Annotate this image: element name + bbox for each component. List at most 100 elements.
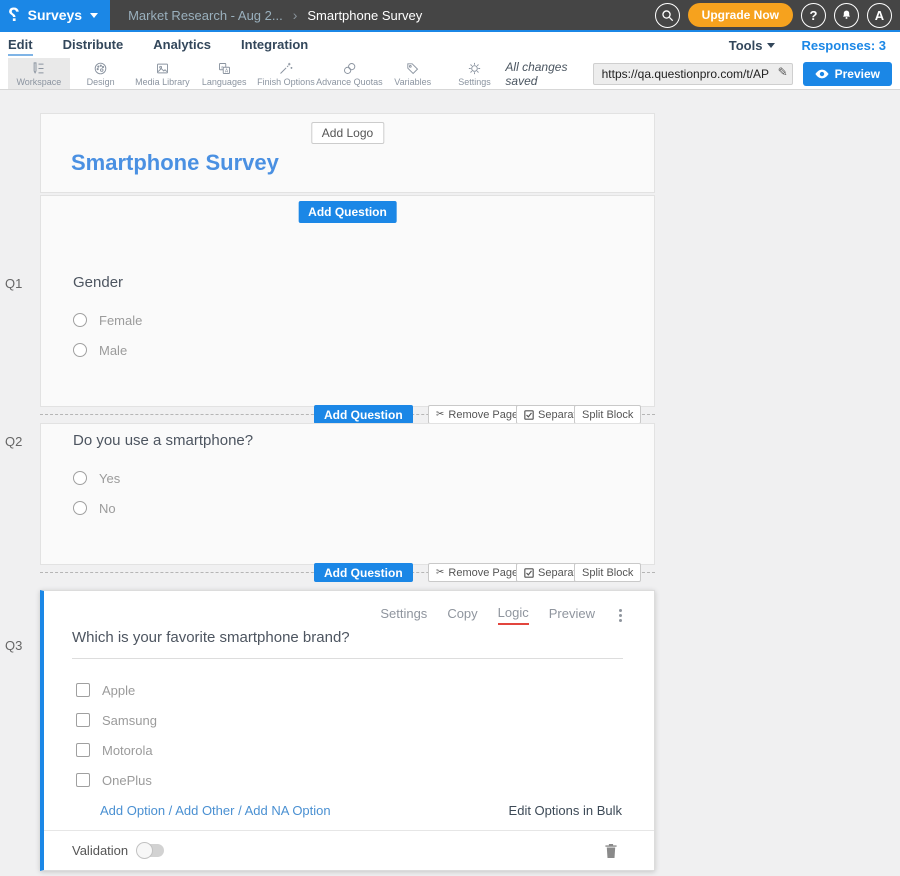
validation-label: Validation <box>72 843 128 858</box>
scissors-icon: ✂ <box>436 567 444 578</box>
checkbox-icon[interactable] <box>76 773 90 787</box>
validation-toggle[interactable] <box>138 844 164 857</box>
tab-edit[interactable]: Edit <box>8 34 33 56</box>
checkbox-icon[interactable] <box>76 683 90 697</box>
surveys-menu[interactable]: ? Surveys <box>0 0 110 30</box>
toolbar-item-languages[interactable]: Aa Languages <box>193 58 255 89</box>
tab-integration[interactable]: Integration <box>241 34 308 56</box>
question-card-q1[interactable]: Add Question Gender Female Male <box>40 195 655 407</box>
survey-canvas: Q1 Q2 Q3 Add Logo Smartphone Survey Add … <box>0 90 900 876</box>
top-bar: ? Surveys Market Research - Aug 2... › S… <box>0 0 900 32</box>
split-block-button[interactable]: Split Block <box>574 405 641 424</box>
question-label-q3: Q3 <box>5 638 22 653</box>
option-row[interactable]: OnePlus <box>76 765 654 795</box>
account-avatar[interactable]: A <box>867 3 892 28</box>
kebab-menu-icon[interactable] <box>615 607 626 624</box>
question-actions: Settings Copy Logic Preview <box>44 605 626 625</box>
nav-tabs: Edit Distribute Analytics Integration <box>8 34 308 56</box>
question-preview-button[interactable]: Preview <box>549 606 595 624</box>
question-text[interactable]: Gender <box>73 250 654 291</box>
translate-icon: Aa <box>217 61 232 76</box>
breadcrumb-folder[interactable]: Market Research - Aug 2... <box>128 8 283 23</box>
module-nav: Edit Distribute Analytics Integration To… <box>0 32 900 58</box>
toolbar-item-advance-quotas[interactable]: Advance Quotas <box>317 58 382 89</box>
tag-icon <box>405 61 420 76</box>
tab-distribute[interactable]: Distribute <box>63 34 124 56</box>
add-na-option-link[interactable]: Add NA Option <box>245 803 331 818</box>
toolbar-item-variables[interactable]: Variables <box>382 58 444 89</box>
survey-header-card: Add Logo Smartphone Survey <box>40 113 655 193</box>
radio-icon[interactable] <box>73 471 87 485</box>
survey-title[interactable]: Smartphone Survey <box>71 150 279 176</box>
option-row[interactable]: Female <box>73 305 654 335</box>
checkbox-icon[interactable] <box>76 743 90 757</box>
toolbar-item-design[interactable]: Design <box>70 58 132 89</box>
option-list: Apple Samsung Motorola OnePlus <box>76 675 654 795</box>
option-links-row: Add Option / Add Other / Add NA Option E… <box>100 803 622 818</box>
edit-options-in-bulk-link[interactable]: Edit Options in Bulk <box>509 803 622 818</box>
responses-link[interactable]: Responses: 3 <box>801 38 886 53</box>
toolbar-right: All changes saved ✎ Preview <box>505 58 900 89</box>
tools-menu-label: Tools <box>729 38 763 53</box>
scissors-icon: ✂ <box>436 409 444 420</box>
add-logo-button[interactable]: Add Logo <box>311 122 384 144</box>
option-row[interactable]: Yes <box>73 463 654 493</box>
checkbox-icon[interactable] <box>76 713 90 727</box>
option-row[interactable]: Motorola <box>76 735 654 765</box>
add-other-link[interactable]: Add Other <box>175 803 234 818</box>
option-list: Yes No <box>73 463 654 523</box>
delete-question-button[interactable] <box>604 843 618 859</box>
toolbar-item-media-library[interactable]: Media Library <box>132 58 194 89</box>
toolbar-item-workspace[interactable]: Workspace <box>8 58 70 89</box>
upgrade-now-button[interactable]: Upgrade Now <box>688 3 793 27</box>
edit-url-pencil-icon[interactable]: ✎ <box>778 65 788 79</box>
radio-icon[interactable] <box>73 501 87 515</box>
image-icon <box>155 61 170 76</box>
toolbar-item-finish-options[interactable]: Finish Options <box>255 58 317 89</box>
radio-icon[interactable] <box>73 313 87 327</box>
survey-url-input[interactable] <box>593 63 793 85</box>
add-option-link[interactable]: Add Option <box>100 803 165 818</box>
caret-down-icon <box>767 43 775 48</box>
questionpro-logo-icon: ? <box>8 6 20 25</box>
bell-icon <box>840 9 853 22</box>
option-row[interactable]: Male <box>73 335 654 365</box>
preview-button[interactable]: Preview <box>803 62 892 86</box>
split-block-button[interactable]: Split Block <box>574 563 641 582</box>
page-break-row: Add Question ✂Remove Page Break Separato… <box>0 405 900 424</box>
question-logic-button[interactable]: Logic <box>498 605 529 625</box>
option-row[interactable]: Apple <box>76 675 654 705</box>
trash-icon <box>604 843 618 859</box>
question-text[interactable]: Do you use a smartphone? <box>73 432 654 449</box>
radio-icon[interactable] <box>73 343 87 357</box>
caret-down-icon <box>90 13 98 18</box>
question-copy-button[interactable]: Copy <box>447 606 477 624</box>
page-break-row: Add Question ✂Remove Page Break Separato… <box>0 563 900 582</box>
breadcrumb-survey-name: Smartphone Survey <box>307 8 422 23</box>
add-question-button[interactable]: Add Question <box>314 405 413 424</box>
question-text[interactable]: Which is your favorite smartphone brand? <box>72 629 623 659</box>
breadcrumb-separator-icon: › <box>293 7 298 23</box>
search-icon <box>661 9 674 22</box>
add-option-links: Add Option / Add Other / Add NA Option <box>100 803 331 818</box>
question-card-q2[interactable]: Do you use a smartphone? Yes No <box>40 423 655 565</box>
question-label-q1: Q1 <box>5 276 22 291</box>
notifications-button[interactable] <box>834 3 859 28</box>
help-button[interactable]: ? <box>801 3 826 28</box>
add-question-button[interactable]: Add Question <box>298 201 397 223</box>
chain-links-icon <box>342 61 357 76</box>
question-footer: Validation <box>44 831 654 870</box>
toolbar-item-settings[interactable]: Settings <box>444 58 506 89</box>
tab-analytics[interactable]: Analytics <box>153 34 211 56</box>
question-card-q3-selected[interactable]: Settings Copy Logic Preview Which is you… <box>40 590 655 871</box>
question-settings-button[interactable]: Settings <box>380 606 427 624</box>
option-row[interactable]: Samsung <box>76 705 654 735</box>
eye-icon <box>815 69 829 79</box>
magic-wand-icon <box>278 61 293 76</box>
option-row[interactable]: No <box>73 493 654 523</box>
search-button[interactable] <box>655 3 680 28</box>
option-list: Female Male <box>73 305 654 365</box>
gear-icon <box>467 61 482 76</box>
tools-menu[interactable]: Tools <box>729 38 776 53</box>
add-question-button[interactable]: Add Question <box>314 563 413 582</box>
